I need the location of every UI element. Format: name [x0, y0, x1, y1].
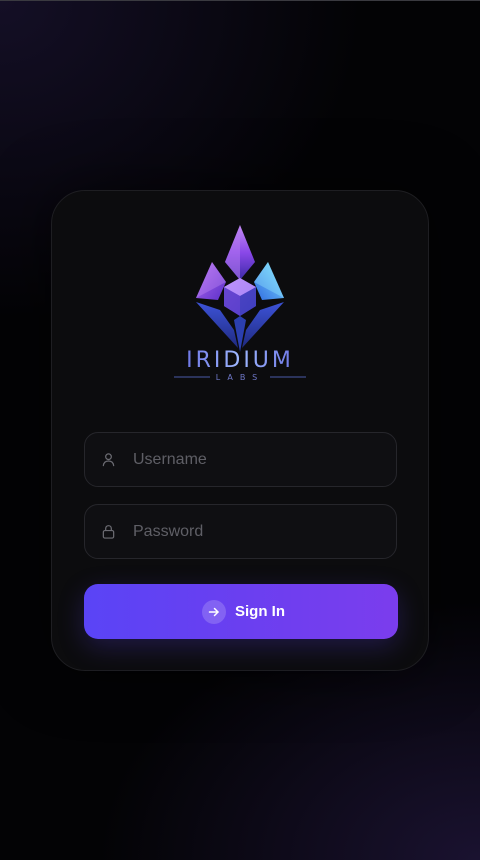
sign-in-label: Sign In: [235, 603, 285, 620]
password-input[interactable]: [133, 505, 383, 558]
sign-in-button[interactable]: Sign In: [84, 584, 398, 639]
top-divider: [0, 0, 480, 1]
username-input[interactable]: [133, 433, 383, 486]
user-icon: [102, 453, 115, 467]
username-field[interactable]: [84, 432, 397, 487]
brand-wordmark: IRIDIUM: [186, 348, 294, 373]
password-field[interactable]: [84, 504, 397, 559]
brand-sub-wordmark: LABS: [216, 373, 265, 382]
arrow-right-icon: [202, 600, 226, 624]
lock-icon: [102, 525, 115, 539]
iridium-labs-logo: IRIDIUM LABS: [160, 220, 320, 385]
